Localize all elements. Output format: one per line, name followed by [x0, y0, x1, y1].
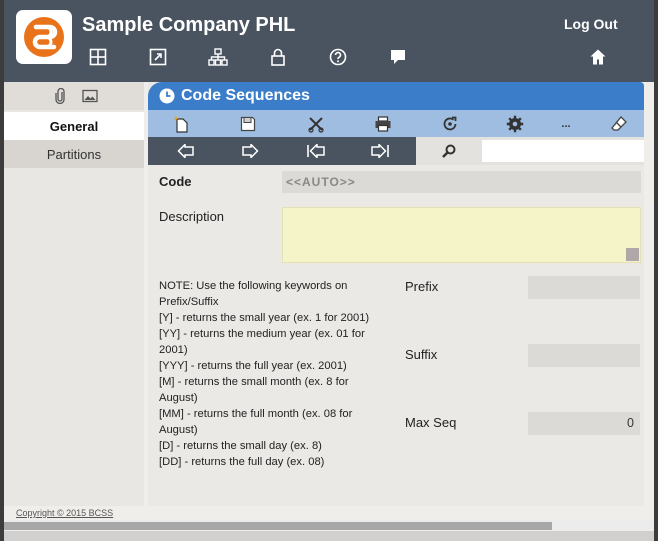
- keyword-note: NOTE: Use the following keywords on Pref…: [159, 278, 387, 470]
- note-line: [D] - returns the small day (ex. 8): [159, 440, 322, 452]
- note-line: [YYY] - returns the full year (ex. 2001): [159, 360, 347, 372]
- lock-icon[interactable]: [268, 47, 288, 67]
- refresh-icon[interactable]: [440, 114, 460, 134]
- next-icon[interactable]: [240, 142, 260, 160]
- paperclip-icon[interactable]: [52, 88, 68, 104]
- previous-icon[interactable]: [176, 142, 196, 160]
- last-icon[interactable]: [370, 142, 390, 160]
- tab-general[interactable]: General: [4, 112, 144, 140]
- home-icon[interactable]: [588, 47, 608, 67]
- panel-title: Code Sequences: [181, 87, 310, 104]
- record-nav-bar: [148, 137, 644, 165]
- window-frame: Sample Company PHL Log Out General Parti…: [0, 0, 658, 541]
- app-header: Sample Company PHL Log Out: [4, 0, 654, 82]
- suffix-label: Suffix: [405, 347, 438, 362]
- sidebar-toolbar: [4, 82, 144, 110]
- window-bottom-edge: [4, 531, 654, 541]
- note-line: [M] - returns the small month (ex. 8 for: [159, 376, 349, 388]
- code-field[interactable]: <<AUTO>>: [282, 171, 641, 193]
- company-name: Sample Company PHL: [82, 14, 296, 36]
- search-input[interactable]: [482, 140, 644, 162]
- expand-icon[interactable]: [148, 47, 168, 67]
- maxseq-label: Max Seq: [405, 415, 457, 430]
- company-logo: [16, 10, 72, 64]
- note-line: NOTE: Use the following keywords on: [159, 280, 348, 292]
- maxseq-field[interactable]: 0: [528, 412, 640, 435]
- new-icon[interactable]: [172, 114, 192, 134]
- chat-icon[interactable]: [388, 47, 408, 67]
- note-line: August): [159, 392, 198, 404]
- eraser-icon[interactable]: [609, 114, 629, 134]
- note-line: Prefix/Suffix: [159, 296, 219, 308]
- logout-link[interactable]: Log Out: [564, 16, 618, 32]
- copyright-link[interactable]: Copyright © 2015 BCSS: [16, 508, 113, 518]
- help-icon[interactable]: [328, 47, 348, 67]
- suffix-field[interactable]: [528, 344, 640, 367]
- note-line: [MM] - returns the full month (ex. 08 fo…: [159, 408, 353, 420]
- note-line: August): [159, 424, 198, 436]
- prefix-field[interactable]: [528, 276, 640, 299]
- description-field[interactable]: [282, 207, 641, 263]
- panel-toolbar: ...: [148, 110, 644, 137]
- print-icon[interactable]: [373, 114, 393, 134]
- history-icon: [158, 87, 176, 105]
- resize-handle[interactable]: [626, 248, 639, 261]
- first-icon[interactable]: [306, 142, 326, 160]
- search-icon[interactable]: [440, 142, 458, 160]
- image-icon[interactable]: [82, 88, 98, 104]
- layout-icon[interactable]: [88, 47, 108, 67]
- search-area: [416, 137, 644, 165]
- settings-icon[interactable]: [505, 114, 525, 134]
- more-icon[interactable]: ...: [556, 114, 576, 134]
- tab-partitions[interactable]: Partitions: [4, 140, 144, 168]
- note-line: [DD] - returns the full day (ex. 08): [159, 456, 325, 468]
- description-label: Description: [159, 209, 225, 224]
- app-window: Sample Company PHL Log Out General Parti…: [4, 0, 654, 541]
- note-line: 2001): [159, 344, 188, 356]
- note-line: [Y] - returns the small year (ex. 1 for …: [159, 312, 370, 324]
- code-label: Code: [159, 174, 192, 189]
- scrollbar-thumb[interactable]: [4, 522, 552, 530]
- sidebar: General Partitions: [4, 82, 144, 506]
- prefix-label: Prefix: [405, 279, 439, 294]
- save-icon[interactable]: [238, 114, 258, 134]
- hierarchy-icon[interactable]: [208, 47, 228, 67]
- note-line: [YY] - returns the medium year (ex. 01 f…: [159, 328, 365, 340]
- panel-title-bar: Code Sequences: [148, 82, 644, 110]
- delete-icon[interactable]: [306, 114, 326, 134]
- main-panel: Code Sequences ... Code <<AUTO>> Descrip…: [148, 82, 644, 506]
